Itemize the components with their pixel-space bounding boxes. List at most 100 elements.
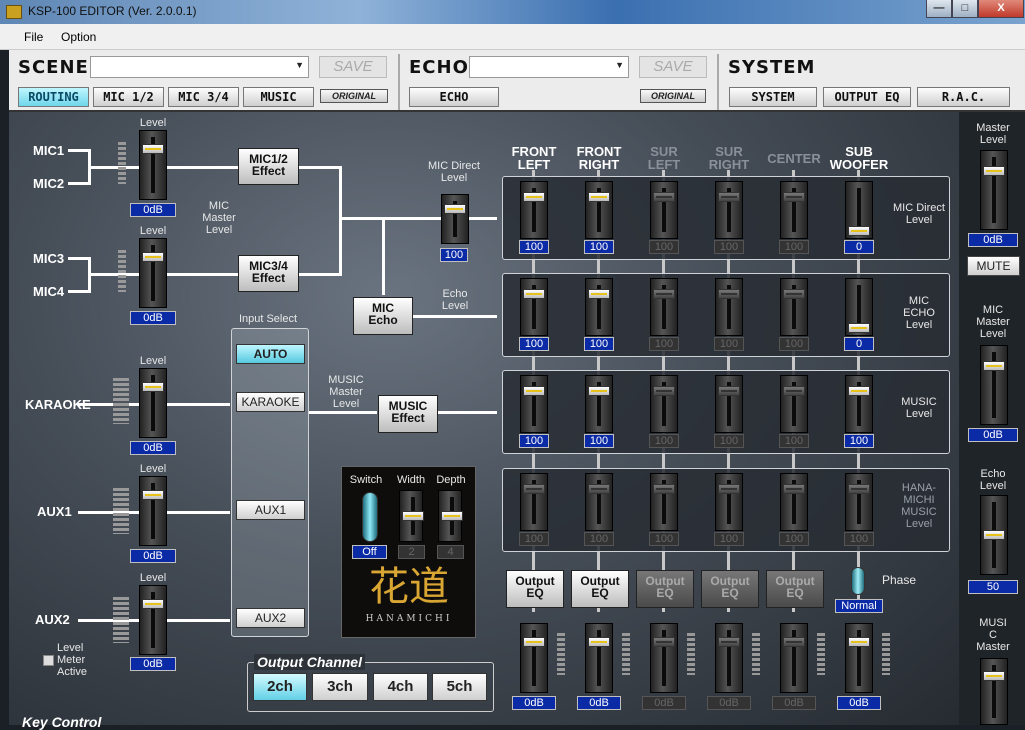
tab-mic12[interactable]: MIC 1/2 (93, 87, 164, 107)
hanamichi-depth-fader[interactable] (438, 490, 463, 542)
output-eq-button[interactable]: Output EQ (766, 570, 824, 608)
output-fader[interactable] (715, 623, 743, 693)
fader-knob[interactable] (718, 192, 740, 202)
fader-knob[interactable] (142, 144, 164, 154)
tab-system[interactable]: SYSTEM (729, 87, 817, 107)
aux1-level-fader[interactable] (139, 476, 167, 546)
matrix-fader[interactable] (520, 473, 548, 531)
output-eq-button[interactable]: Output EQ (701, 570, 759, 608)
fader-knob[interactable] (783, 637, 805, 647)
matrix-fader[interactable] (845, 375, 873, 433)
menu-file[interactable]: File (24, 30, 43, 44)
fader-knob[interactable] (402, 511, 424, 521)
fader-knob[interactable] (718, 637, 740, 647)
mic-master-fader[interactable] (980, 345, 1008, 425)
fader-knob[interactable] (848, 386, 870, 396)
fader-knob[interactable] (523, 386, 545, 396)
matrix-fader[interactable] (585, 278, 613, 336)
matrix-fader[interactable] (845, 278, 873, 336)
output-eq-button[interactable]: Output EQ (636, 570, 694, 608)
master-level-fader[interactable] (980, 150, 1008, 230)
fader-knob[interactable] (441, 511, 463, 521)
scene-select[interactable]: ▼ (90, 56, 309, 78)
fader-knob[interactable] (783, 484, 805, 494)
fader-knob[interactable] (588, 484, 610, 494)
fader-knob[interactable] (983, 671, 1005, 681)
fader-knob[interactable] (588, 192, 610, 202)
fader-knob[interactable] (653, 289, 675, 299)
matrix-fader[interactable] (845, 473, 873, 531)
matrix-fader[interactable] (585, 375, 613, 433)
output-channel-5ch[interactable]: 5ch (432, 673, 487, 701)
input-select-karaoke[interactable]: KARAOKE (236, 392, 305, 412)
matrix-fader[interactable] (780, 181, 808, 239)
tab-output-eq[interactable]: OUTPUT EQ (823, 87, 911, 107)
mute-button[interactable]: MUTE (967, 256, 1020, 276)
fader-knob[interactable] (523, 289, 545, 299)
fader-knob[interactable] (142, 252, 164, 262)
matrix-fader[interactable] (845, 181, 873, 239)
echo-level-side-fader[interactable] (980, 495, 1008, 575)
matrix-fader[interactable] (650, 278, 678, 336)
output-channel-2ch[interactable]: 2ch (253, 673, 307, 701)
hanamichi-switch[interactable] (362, 492, 378, 542)
phase-switch[interactable] (851, 567, 865, 595)
fader-knob[interactable] (444, 204, 466, 214)
fader-knob[interactable] (588, 386, 610, 396)
aux2-level-fader[interactable] (139, 585, 167, 655)
fader-knob[interactable] (653, 637, 675, 647)
echo-original-button[interactable]: ORIGINAL (640, 89, 706, 103)
matrix-fader[interactable] (585, 473, 613, 531)
fader-knob[interactable] (848, 637, 870, 647)
input-select-aux2[interactable]: AUX2 (236, 608, 305, 628)
matrix-fader[interactable] (520, 181, 548, 239)
mic-direct-fader[interactable] (441, 194, 469, 244)
matrix-fader[interactable] (650, 181, 678, 239)
tab-music[interactable]: MUSIC (243, 87, 314, 107)
fader-knob[interactable] (983, 530, 1005, 540)
fader-knob[interactable] (523, 637, 545, 647)
mic34-level-fader[interactable] (139, 238, 167, 308)
mic12-effect-button[interactable]: MIC1/2 Effect (238, 148, 299, 185)
matrix-fader[interactable] (780, 278, 808, 336)
matrix-fader[interactable] (715, 181, 743, 239)
fader-knob[interactable] (783, 386, 805, 396)
tab-routing[interactable]: ROUTING (18, 87, 89, 107)
maximize-button[interactable]: □ (952, 0, 978, 18)
fader-knob[interactable] (718, 386, 740, 396)
output-channel-4ch[interactable]: 4ch (373, 673, 428, 701)
fader-knob[interactable] (848, 323, 870, 333)
output-eq-button[interactable]: Output EQ (571, 570, 629, 608)
hanamichi-width-fader[interactable] (399, 490, 424, 542)
fader-knob[interactable] (142, 599, 164, 609)
fader-knob[interactable] (588, 289, 610, 299)
input-select-auto[interactable]: AUTO (236, 344, 305, 364)
mic-echo-button[interactable]: MIC Echo (353, 297, 413, 335)
tab-mic34[interactable]: MIC 3/4 (168, 87, 239, 107)
fader-knob[interactable] (653, 484, 675, 494)
output-fader[interactable] (845, 623, 873, 693)
fader-knob[interactable] (718, 484, 740, 494)
fader-knob[interactable] (523, 484, 545, 494)
fader-knob[interactable] (848, 226, 870, 236)
matrix-fader[interactable] (715, 375, 743, 433)
output-eq-button[interactable]: Output EQ (506, 570, 564, 608)
echo-save-button[interactable]: SAVE (639, 56, 707, 78)
matrix-fader[interactable] (650, 473, 678, 531)
tab-echo[interactable]: ECHO (409, 87, 499, 107)
matrix-fader[interactable] (520, 375, 548, 433)
scene-save-button[interactable]: SAVE (319, 56, 387, 78)
matrix-fader[interactable] (650, 375, 678, 433)
level-meter-active-checkbox[interactable] (43, 655, 54, 666)
fader-knob[interactable] (142, 382, 164, 392)
output-channel-3ch[interactable]: 3ch (312, 673, 368, 701)
fader-knob[interactable] (848, 484, 870, 494)
matrix-fader[interactable] (715, 473, 743, 531)
fader-knob[interactable] (718, 289, 740, 299)
fader-knob[interactable] (983, 361, 1005, 371)
karaoke-level-fader[interactable] (139, 368, 167, 438)
music-master-side-fader[interactable] (980, 658, 1008, 725)
matrix-fader[interactable] (780, 473, 808, 531)
fader-knob[interactable] (783, 289, 805, 299)
input-select-aux1[interactable]: AUX1 (236, 500, 305, 520)
